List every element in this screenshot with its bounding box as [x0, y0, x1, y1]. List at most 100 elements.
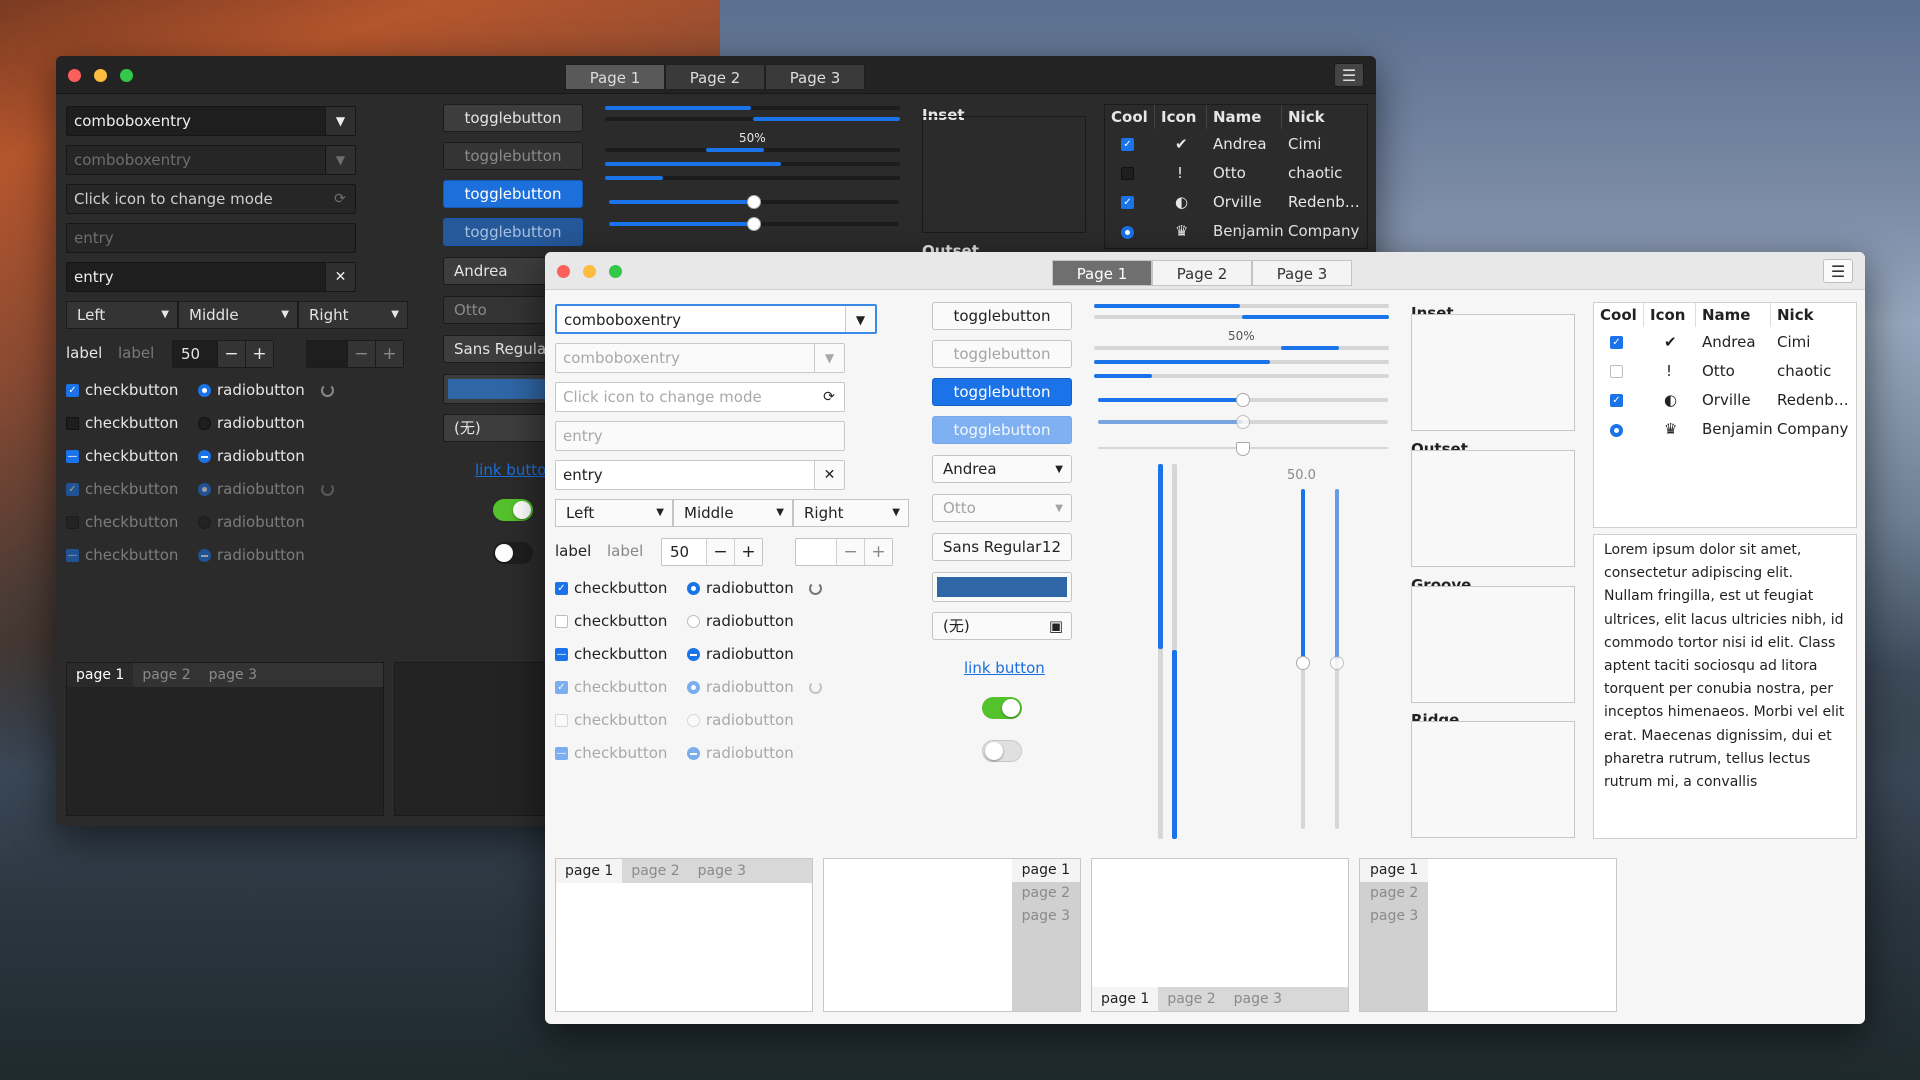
notebook-tab-1[interactable]: page 1	[67, 663, 134, 687]
notebook-tab-3[interactable]: page 3	[1225, 987, 1291, 1011]
slider-knob[interactable]	[1236, 393, 1250, 407]
notebook-tab-1[interactable]: page 1	[1092, 987, 1159, 1011]
radiobutton-checked[interactable]: radiobutton	[687, 579, 794, 597]
tab-page-2[interactable]: Page 2	[665, 64, 765, 90]
zoom-icon[interactable]	[609, 265, 622, 278]
checkbutton-checked[interactable]: ✓ checkbutton	[66, 381, 178, 399]
close-icon[interactable]	[557, 265, 570, 278]
color-button[interactable]	[932, 572, 1072, 602]
spin-value[interactable]: 50	[662, 539, 706, 565]
radiobutton-mixed[interactable]: radiobutton	[687, 645, 794, 663]
zoom-icon[interactable]	[120, 69, 133, 82]
togglebutton-active[interactable]: togglebutton	[932, 378, 1072, 406]
switch-off[interactable]	[493, 542, 533, 564]
checkbox-icon[interactable]	[1610, 365, 1623, 378]
menu-icon[interactable]: ☰	[1823, 259, 1853, 283]
check-icon[interactable]: ✓	[1610, 336, 1623, 349]
tab-page-3[interactable]: Page 3	[765, 64, 865, 90]
radiobutton-unchecked[interactable]: radiobutton	[687, 612, 794, 630]
combobox-entry[interactable]: comboboxentry ▼	[66, 106, 356, 136]
notebook-tab-2[interactable]: page 2	[1360, 882, 1428, 905]
font-button[interactable]: Sans Regular 12	[932, 533, 1072, 561]
spin-button[interactable]: 50 − +	[661, 538, 763, 566]
checkbox-icon[interactable]	[1121, 167, 1134, 180]
spin-button[interactable]: 50 − +	[172, 340, 274, 368]
checkbutton-mixed[interactable]: — checkbutton	[555, 645, 667, 663]
check-icon[interactable]: ✓	[1121, 196, 1134, 209]
minimize-icon[interactable]	[583, 265, 596, 278]
tab-page-1[interactable]: Page 1	[1052, 260, 1152, 286]
radiobutton-mixed[interactable]: radiobutton	[198, 447, 305, 465]
combo-left[interactable]: Left ▼	[66, 301, 178, 329]
radio-icon[interactable]	[1121, 226, 1134, 239]
check-icon[interactable]: ✓	[1121, 138, 1134, 151]
radio-icon[interactable]	[1610, 424, 1623, 437]
plus-icon[interactable]: +	[734, 539, 762, 565]
link-button[interactable]: link button	[964, 659, 1045, 677]
notebook-tab-2[interactable]: page 2	[622, 859, 688, 883]
togglebutton[interactable]: togglebutton	[443, 104, 583, 132]
radiobutton-unchecked[interactable]: radiobutton	[198, 414, 305, 432]
radiobutton-checked[interactable]: radiobutton	[198, 381, 305, 399]
notebook-tab-1[interactable]: page 1	[1360, 859, 1429, 882]
refresh-icon[interactable]: ⟳	[325, 185, 355, 213]
combo-middle[interactable]: Middle ▼	[673, 499, 793, 527]
tab-page-2[interactable]: Page 2	[1152, 260, 1252, 286]
notebook-tab-1[interactable]: page 1	[1011, 859, 1080, 882]
switch-off[interactable]	[982, 740, 1022, 762]
checkbutton-unchecked[interactable]: checkbutton	[66, 414, 178, 432]
text-view[interactable]: Lorem ipsum dolor sit amet, consectetur …	[1593, 534, 1857, 839]
clear-icon[interactable]: ✕	[325, 263, 355, 291]
minus-icon[interactable]: −	[217, 341, 245, 367]
notebook-tab-3[interactable]: page 3	[1012, 905, 1080, 928]
checkbutton-checked[interactable]: ✓ checkbutton	[555, 579, 667, 597]
plus-icon[interactable]: +	[245, 341, 273, 367]
chevron-down-icon[interactable]: ▼	[845, 306, 875, 332]
refresh-icon[interactable]: ⟳	[814, 383, 844, 411]
column-nick[interactable]: Nick	[1282, 105, 1369, 129]
link-button[interactable]: link button	[475, 461, 556, 479]
notebook-tab-2[interactable]: page 2	[1158, 987, 1224, 1011]
slider-knob[interactable]	[747, 195, 761, 209]
combo-middle[interactable]: Middle ▼	[178, 301, 298, 329]
notebook-tab-3[interactable]: page 3	[1360, 905, 1428, 928]
notebook-tab-2[interactable]: page 2	[1012, 882, 1080, 905]
vertical-scale-knob[interactable]	[1296, 656, 1310, 670]
column-name[interactable]: Name	[1696, 303, 1771, 327]
chevron-down-icon[interactable]: ▼	[325, 107, 355, 135]
notebook-tab-3[interactable]: page 3	[689, 859, 755, 883]
entry[interactable]: entry ✕	[555, 460, 845, 490]
combo-andrea[interactable]: Andrea ▼	[932, 455, 1072, 483]
entry[interactable]: entry ✕	[66, 262, 356, 292]
slider-knob[interactable]	[747, 217, 761, 231]
tab-page-1[interactable]: Page 1	[565, 64, 665, 90]
combo-left[interactable]: Left ▼	[555, 499, 673, 527]
notebook-tab-3[interactable]: page 3	[200, 663, 266, 687]
notebook-tab-1[interactable]: page 1	[556, 859, 623, 883]
switch-on[interactable]	[982, 697, 1022, 719]
checkbutton-unchecked[interactable]: checkbutton	[555, 612, 667, 630]
column-nick[interactable]: Nick	[1771, 303, 1858, 327]
tree-view[interactable]: Cool Icon Name Nick ✓ ✓ ✔ Andrea Cimi ! …	[1593, 302, 1857, 528]
column-cool[interactable]: Cool	[1594, 303, 1644, 327]
minimize-icon[interactable]	[94, 69, 107, 82]
spin-value[interactable]: 50	[173, 341, 217, 367]
tree-view[interactable]: Cool Icon Name Nick ✓ ✓ ✔ Andrea Cimi ! …	[1104, 104, 1368, 249]
tab-page-3[interactable]: Page 3	[1252, 260, 1352, 286]
column-icon[interactable]: Icon	[1644, 303, 1696, 327]
clear-icon[interactable]: ✕	[814, 461, 844, 489]
togglebutton[interactable]: togglebutton	[932, 302, 1072, 330]
notebook-tab-2[interactable]: page 2	[133, 663, 199, 687]
togglebutton-active[interactable]: togglebutton	[443, 180, 583, 208]
column-icon[interactable]: Icon	[1155, 105, 1207, 129]
column-cool[interactable]: Cool	[1105, 105, 1155, 129]
checkbutton-mixed[interactable]: — checkbutton	[66, 447, 178, 465]
scale-knob[interactable]	[1236, 442, 1250, 456]
combobox-entry[interactable]: comboboxentry ▼	[555, 304, 877, 334]
close-icon[interactable]	[68, 69, 81, 82]
menu-icon[interactable]: ☰	[1334, 63, 1364, 87]
minus-icon[interactable]: −	[706, 539, 734, 565]
entry-placeholder[interactable]: entry	[555, 421, 845, 451]
file-button[interactable]: (无) ▣	[932, 612, 1072, 640]
check-icon[interactable]: ✓	[1610, 394, 1623, 407]
